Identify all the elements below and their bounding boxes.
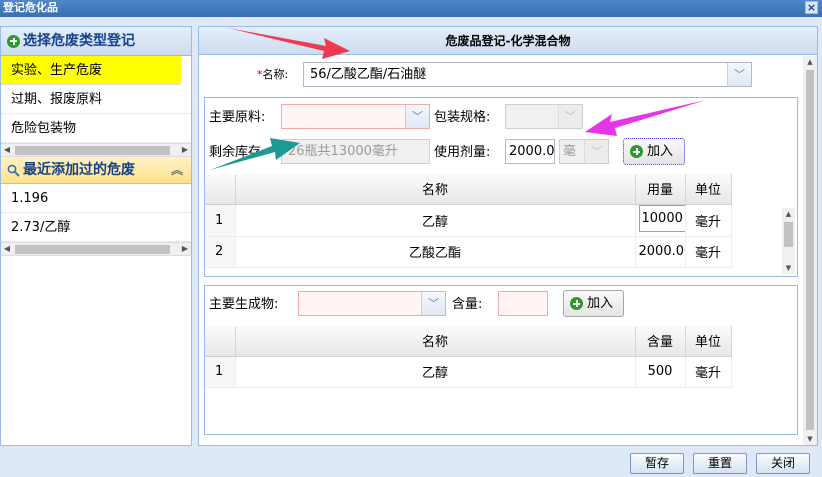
close-icon[interactable]: × (805, 1, 818, 14)
search-icon (7, 164, 20, 177)
materials-table: 名称 用量 单位 1 乙醇 10000 毫升 2 乙酸乙酯 2000.00 毫升 (205, 174, 781, 268)
column-header-name[interactable]: 名称 (235, 326, 636, 357)
cell-name[interactable]: 乙醇 (235, 204, 636, 237)
materials-section: 主要原料: ﹀ 包装规格: ﹀ 剩余库存 26瓶共13000毫升 使用剂量: 2… (204, 97, 798, 277)
category-item-expired[interactable]: 过期、报废原料 (1, 85, 191, 114)
column-header-unit[interactable]: 单位 (685, 174, 732, 205)
scroll-right-icon[interactable]: ▶ (179, 243, 191, 255)
products-section: 主要生成物: ﹀ 含量: 加入 名称 含量 单位 1 乙醇 500 毫升 (204, 285, 798, 435)
raw-material-combo[interactable]: ﹀ (281, 104, 430, 129)
cell-unit[interactable]: 毫升 (685, 356, 732, 388)
category-scrollbar[interactable]: ◀ ▶ (1, 143, 191, 157)
product-label: 主要生成物: (209, 297, 279, 312)
save-button[interactable]: 暂存 (630, 453, 684, 474)
plus-icon (570, 297, 583, 310)
name-combo[interactable]: 56/乙酸乙酯/石油醚 ﹀ (303, 62, 752, 87)
qty-editor[interactable]: 10000 (638, 204, 684, 232)
amount-input[interactable] (498, 291, 548, 316)
footer-bar: 暂存 重置 关闭 (0, 446, 822, 477)
scroll-down-icon[interactable]: ▼ (782, 262, 795, 274)
scroll-down-icon[interactable]: ▼ (803, 433, 817, 445)
chevron-down-icon[interactable]: ﹀ (584, 140, 608, 163)
window-titlebar: 登记危化品 × (0, 0, 822, 17)
product-combo[interactable]: ﹀ (298, 291, 446, 316)
recent-item[interactable]: 2.73/乙醇 (1, 213, 191, 242)
table-row[interactable]: 1 乙醇 500 毫升 (205, 356, 781, 388)
dose-input[interactable]: 2000.0 (505, 139, 555, 164)
cell-amount[interactable]: 500 (635, 356, 686, 388)
category-header: 选择危废类型登记 (1, 27, 191, 56)
row-number: 2 (205, 236, 236, 268)
cell-name[interactable]: 乙醇 (235, 356, 636, 388)
scroll-thumb[interactable] (15, 245, 170, 254)
chevron-down-icon[interactable]: ﹀ (727, 63, 751, 86)
category-item-packaging[interactable]: 危险包装物 (1, 114, 191, 143)
stock-field: 26瓶共13000毫升 (281, 139, 430, 164)
form-title: 危废品登记-化学混合物 (199, 27, 817, 55)
chevron-down-icon[interactable]: ﹀ (405, 105, 429, 128)
scroll-up-icon[interactable]: ▲ (782, 208, 795, 220)
amount-label: 含量: (452, 297, 483, 312)
table-row[interactable]: 2 乙酸乙酯 2000.00 毫升 (205, 236, 781, 268)
scroll-thumb[interactable] (806, 70, 814, 430)
name-label: *名称: (257, 68, 289, 81)
table-header-row: 名称 用量 单位 (205, 174, 781, 205)
reset-button[interactable]: 重置 (693, 453, 747, 474)
main-scrollbar[interactable]: ▲ ▼ (803, 56, 817, 445)
table-row[interactable]: 1 乙醇 10000 毫升 (205, 204, 781, 237)
collapse-icon[interactable]: ︽ (171, 157, 183, 184)
close-button[interactable]: 关闭 (756, 453, 810, 474)
left-panel: 选择危废类型登记 实验、生产危废 过期、报废原料 危险包装物 ◀ ▶ 最近添加过… (0, 26, 192, 446)
cell-unit[interactable]: 毫升 (685, 236, 732, 268)
scroll-up-icon[interactable]: ▲ (803, 56, 817, 68)
stock-label: 剩余库存 (209, 145, 262, 160)
spec-label: 包装规格: (434, 110, 491, 125)
cell-unit[interactable]: 毫升 (685, 204, 732, 237)
scroll-left-icon[interactable]: ◀ (1, 243, 13, 255)
main-panel: 危废品登记-化学混合物 *名称: 56/乙酸乙酯/石油醚 ﹀ 主要原料: ﹀ 包… (198, 26, 818, 446)
scroll-thumb[interactable] (15, 146, 170, 155)
scroll-left-icon[interactable]: ◀ (1, 144, 13, 156)
column-header-amount[interactable]: 含量 (635, 326, 686, 357)
products-table: 名称 含量 单位 1 乙醇 500 毫升 (205, 326, 781, 388)
add-product-button[interactable]: 加入 (563, 290, 624, 317)
dose-label: 使用剂量: (434, 145, 491, 160)
materials-scrollbar[interactable]: ▲ ▼ (782, 208, 795, 274)
category-item-experiment[interactable]: 实验、生产危废 (1, 56, 181, 85)
column-header-unit[interactable]: 单位 (685, 326, 732, 357)
column-header-qty[interactable]: 用量 (635, 174, 686, 205)
unit-combo[interactable]: 毫 ﹀ (559, 139, 609, 164)
table-header-row: 名称 含量 单位 (205, 326, 781, 357)
cell-qty[interactable]: 2000.00 (635, 236, 686, 268)
recent-item[interactable]: 1.196 (1, 184, 191, 213)
row-number: 1 (205, 356, 236, 388)
row-number: 1 (205, 204, 236, 237)
plus-icon (630, 145, 643, 158)
cell-name[interactable]: 乙酸乙酯 (235, 236, 636, 268)
cell-qty[interactable]: 10000 (635, 204, 686, 237)
chevron-down-icon[interactable]: ﹀ (558, 105, 582, 128)
category-header-label: 选择危废类型登记 (23, 32, 135, 49)
column-header-name[interactable]: 名称 (235, 174, 636, 205)
name-value: 56/乙酸乙酯/石油醚 (310, 67, 427, 82)
recent-header[interactable]: 最近添加过的危废 ︽ (1, 157, 191, 184)
recent-scrollbar[interactable]: ◀ ▶ (1, 242, 191, 256)
scroll-right-icon[interactable]: ▶ (179, 144, 191, 156)
scroll-thumb[interactable] (784, 222, 793, 247)
add-material-button[interactable]: 加入 (623, 138, 685, 165)
chevron-down-icon[interactable]: ﹀ (421, 292, 445, 315)
spec-combo[interactable]: ﹀ (505, 104, 583, 129)
recent-header-label: 最近添加过的危废 (23, 161, 135, 178)
raw-material-label: 主要原料: (209, 110, 266, 125)
plus-icon (7, 34, 20, 48)
window-title: 登记危化品 (3, 1, 58, 14)
